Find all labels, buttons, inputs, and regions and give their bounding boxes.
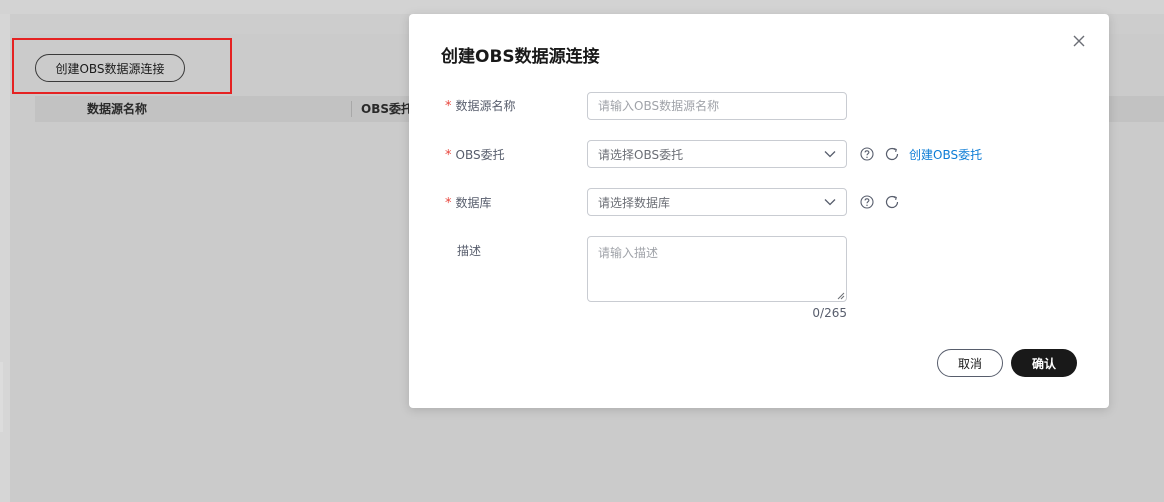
close-icon[interactable] [1069, 31, 1089, 51]
refresh-icon[interactable] [884, 146, 900, 162]
help-icon[interactable] [860, 195, 874, 209]
confirm-button[interactable]: 确认 [1011, 349, 1077, 377]
required-mark: * [445, 196, 452, 211]
character-counter: 0/265 [812, 306, 847, 320]
required-mark: * [445, 148, 452, 163]
dialog-title: 创建OBS数据源连接 [441, 47, 600, 67]
top-bar [0, 0, 1164, 14]
database-label-text: 数据库 [455, 196, 492, 210]
chevron-down-icon [824, 151, 836, 158]
name-label: * 数据源名称 [445, 97, 516, 114]
left-tab-handle [0, 362, 3, 432]
column-header-name: 数据源名称 [87, 102, 148, 116]
database-placeholder: 请选择数据库 [598, 195, 671, 210]
delegation-placeholder: 请选择OBS委托 [598, 147, 684, 162]
delegation-label: * OBS委托 [445, 146, 505, 163]
database-select[interactable]: 请选择数据库 [587, 188, 847, 216]
column-divider [351, 101, 352, 117]
description-textarea[interactable] [587, 236, 847, 302]
name-input[interactable] [587, 92, 847, 120]
create-delegation-link[interactable]: 创建OBS委托 [909, 146, 982, 163]
required-mark: * [445, 99, 452, 114]
help-icon[interactable] [860, 147, 874, 161]
create-obs-connection-dialog: 创建OBS数据源连接 *数据源名称 *OBS委托 请选择OBS委托 创建OBS委… [409, 14, 1109, 408]
cancel-button[interactable]: 取消 [937, 349, 1003, 377]
database-label: * 数据库 [445, 194, 492, 211]
description-label: 描述 [457, 244, 482, 258]
column-header-delegation: OBS委托 [361, 102, 413, 116]
chevron-down-icon [824, 199, 836, 206]
highlight-annotation [12, 38, 232, 94]
delegation-label-text: OBS委托 [455, 148, 505, 162]
resize-icon[interactable] [837, 292, 845, 300]
refresh-icon[interactable] [884, 194, 900, 210]
name-label-text: 数据源名称 [455, 99, 516, 113]
delegation-select[interactable]: 请选择OBS委托 [587, 140, 847, 168]
